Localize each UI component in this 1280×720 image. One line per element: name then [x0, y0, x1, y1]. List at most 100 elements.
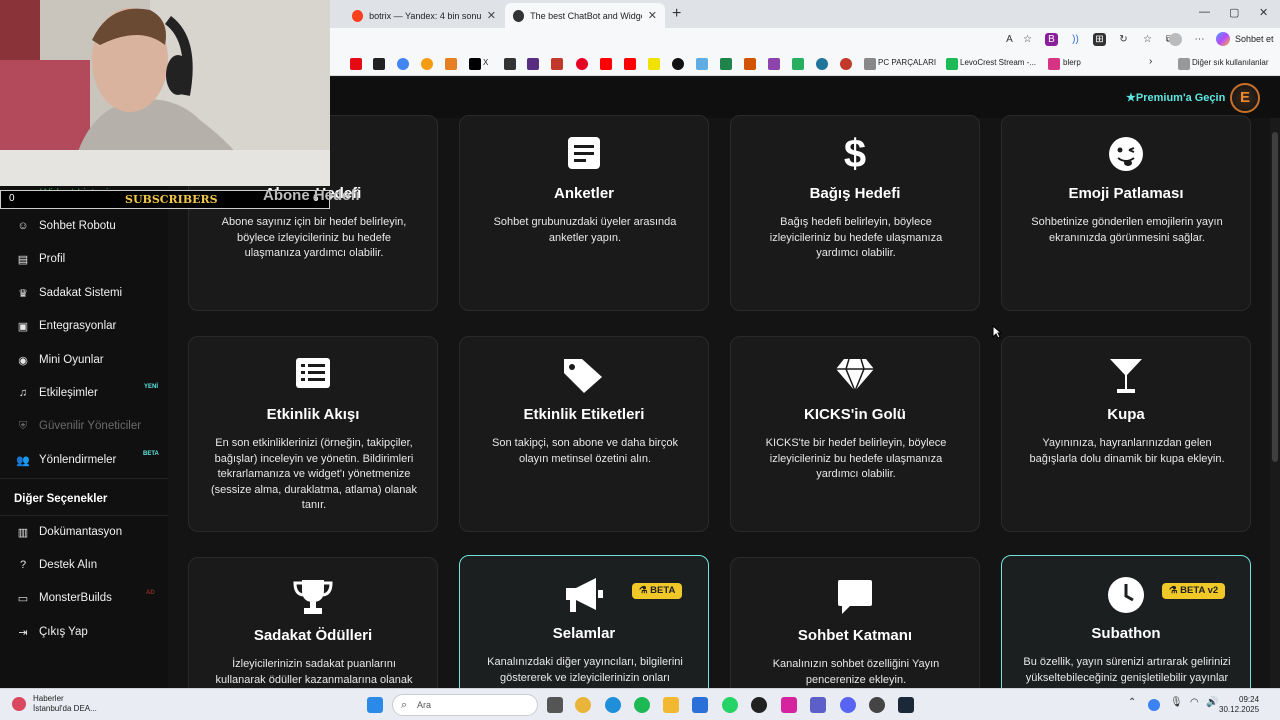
microphone-icon[interactable]: 🎙	[1170, 697, 1183, 708]
bookmark-icon[interactable]	[768, 58, 780, 70]
sidebar-item-label: Etkileşimler	[39, 387, 98, 399]
widget-card-cup[interactable]: Kupa Yayınınıza, hayranlarınızdan gelen …	[1001, 336, 1251, 532]
netflix-icon[interactable]	[350, 58, 362, 70]
window-close-icon[interactable]: ✕	[1259, 6, 1268, 19]
steam-icon[interactable]	[898, 697, 914, 713]
youtube-icon[interactable]	[624, 58, 636, 70]
sidebar-item-docs[interactable]: ▥ Dokümantasyon	[16, 522, 122, 542]
sidebar-item-redirects[interactable]: 👥 Yönlendirmeler	[16, 450, 116, 470]
sidebar-item-profile[interactable]: ▤ Profil	[16, 249, 65, 269]
sidebar-item-minigames[interactable]: ◉ Mini Oyunlar	[16, 350, 104, 370]
sidebar-item-loyalty[interactable]: ♛ Sadakat Sistemi	[16, 283, 122, 303]
bookmark-icon[interactable]	[504, 58, 516, 70]
favorite-star-icon[interactable]: ☆	[1021, 33, 1034, 46]
bookmark-icon[interactable]	[672, 58, 684, 70]
maximize-icon[interactable]: ▢	[1229, 6, 1239, 19]
bookmark-icon[interactable]	[792, 58, 804, 70]
new-tab-button[interactable]: +	[672, 5, 681, 23]
folder-icon[interactable]	[1178, 58, 1190, 70]
kick-icon[interactable]	[946, 58, 958, 70]
profile-avatar-icon[interactable]	[1169, 33, 1182, 46]
translate-icon[interactable]: A	[1003, 33, 1016, 46]
widget-card-emoji-blast[interactable]: Emoji Patlaması Sohbetinize gönderilen e…	[1001, 115, 1251, 311]
file-explorer-icon[interactable]	[663, 697, 679, 713]
bookmark-icon[interactable]	[445, 58, 457, 70]
blerp-icon[interactable]	[1048, 58, 1060, 70]
bookmark-icon[interactable]	[696, 58, 708, 70]
sidebar-item-monsterbuilds[interactable]: ▭ MonsterBuilds	[16, 588, 112, 608]
scrollbar[interactable]	[1270, 118, 1280, 688]
store-icon[interactable]	[692, 697, 708, 713]
browser-tab-yandex[interactable]: botrix — Yandex: 4 bin sonuç bulu ✕	[344, 3, 504, 28]
task-view-icon[interactable]	[547, 697, 563, 713]
sidebar-item-label: Dokümantasyon	[39, 526, 123, 538]
sidebar-item-logout[interactable]: ⇥ Çıkış Yap	[16, 622, 87, 642]
widget-card-event-feed[interactable]: Etkinlik Akışı En son etkinliklerinizi (…	[188, 336, 438, 532]
volume-icon[interactable]: 🔊	[1206, 697, 1218, 708]
start-windows-icon[interactable]	[367, 697, 383, 713]
edge-icon[interactable]	[605, 697, 621, 713]
read-aloud-icon[interactable]: ))	[1069, 33, 1082, 46]
premium-link[interactable]: ★Premium'a Geçin	[1126, 91, 1225, 104]
instagram-icon[interactable]	[781, 697, 797, 713]
bookmark-icon[interactable]	[551, 58, 563, 70]
whatsapp-icon[interactable]	[722, 697, 738, 713]
amazon-icon[interactable]	[373, 58, 385, 70]
bookmark-icon[interactable]	[720, 58, 732, 70]
more-icon[interactable]: ⋯	[1193, 33, 1206, 46]
bookmark-icon[interactable]	[744, 58, 756, 70]
premium-label: Premium'a Geçin	[1135, 92, 1226, 104]
x-icon[interactable]	[469, 58, 481, 70]
teams-icon[interactable]	[810, 697, 826, 713]
widget-card-polls[interactable]: Anketler Sohbet grubunuzdaki üyeler aras…	[459, 115, 709, 311]
chevron-up-icon[interactable]: ⌃	[1128, 697, 1136, 708]
spotify-icon[interactable]	[634, 697, 650, 713]
chrome-icon[interactable]	[575, 697, 591, 713]
browser-tab-botrix[interactable]: The best ChatBot and Widgets for ✕	[505, 3, 665, 28]
bookmark-folder-label[interactable]: PC PARÇALARI	[878, 58, 936, 67]
sidebar-item-chatbot[interactable]: ☺ Sohbet Robotu	[16, 216, 115, 236]
scrollbar-thumb[interactable]	[1272, 132, 1278, 462]
refresh-icon[interactable]: ↻	[1117, 33, 1130, 46]
sidebar-item-label: Mini Oyunlar	[39, 354, 104, 366]
close-icon[interactable]: ✕	[487, 9, 496, 22]
close-icon[interactable]: ✕	[648, 9, 657, 22]
bookmark-label[interactable]: blerp	[1063, 58, 1081, 67]
onedrive-icon[interactable]	[1148, 699, 1160, 711]
pinterest-icon[interactable]	[576, 58, 588, 70]
bookmark-label[interactable]: LevoCrest Stream -...	[960, 58, 1036, 67]
collections-icon[interactable]: ☆	[1141, 33, 1154, 46]
sidebar-item-integrations[interactable]: ▣ Entegrasyonlar	[16, 316, 117, 336]
news-widget[interactable]: Haberler İstanbul'da DEA...	[33, 694, 97, 714]
avatar[interactable]: E	[1230, 83, 1260, 113]
bookmark-icon[interactable]	[421, 58, 433, 70]
chatgpt-icon[interactable]	[751, 697, 767, 713]
minimize-icon[interactable]: —	[1199, 6, 1210, 18]
widget-card-event-labels[interactable]: Etkinlik Etiketleri Son takipçi, son abo…	[459, 336, 709, 532]
system-clock[interactable]: 09:24 30.12.2025	[1219, 695, 1259, 715]
news-widget-icon[interactable]	[12, 697, 26, 711]
google-icon[interactable]	[397, 58, 409, 70]
sidebar-item-support[interactable]: ? Destek Alın	[16, 555, 97, 575]
bookmark-label[interactable]: X	[483, 58, 488, 67]
card-title: Etkinlik Akışı	[266, 406, 360, 423]
obs-icon[interactable]	[869, 697, 885, 713]
taskbar-search[interactable]: ⌕ Ara	[392, 694, 538, 716]
other-bookmarks-label[interactable]: Diğer sık kullanılanlar	[1192, 58, 1268, 67]
extension-icon[interactable]: B	[1045, 33, 1058, 46]
wifi-icon[interactable]: ◠	[1190, 697, 1199, 708]
discord-icon[interactable]	[840, 697, 856, 713]
copilot-button[interactable]: Sohbet et	[1216, 32, 1274, 46]
bookmark-icon[interactable]	[840, 58, 852, 70]
bookmark-icon[interactable]	[527, 58, 539, 70]
folder-icon[interactable]	[864, 58, 876, 70]
sidebar-item-trusted-mods[interactable]: ⛨ Güvenilir Yöneticiler	[16, 416, 141, 436]
widget-card-donation-goal[interactable]: $ Bağış Hedefi Bağış hedefi belirleyin, …	[730, 115, 980, 311]
chevron-right-icon[interactable]: ›	[1149, 56, 1152, 67]
bookmark-icon[interactable]	[648, 58, 660, 70]
widget-card-kicks-goal[interactable]: KICKS'in Golü KICKS'te bir hedef belirle…	[730, 336, 980, 532]
wordpress-icon[interactable]	[816, 58, 828, 70]
youtube-icon[interactable]	[600, 58, 612, 70]
extension-icon[interactable]: ⊞	[1093, 33, 1106, 46]
sidebar-item-interactions[interactable]: ♫ Etkileşimler	[16, 383, 98, 403]
